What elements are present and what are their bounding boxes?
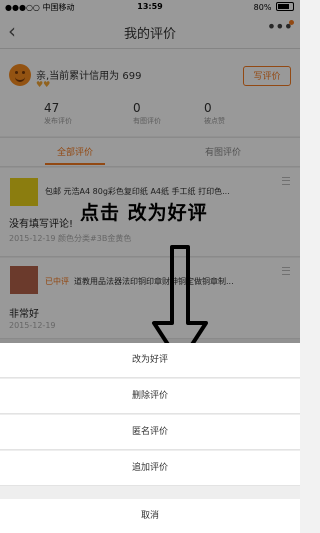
action-sheet: 改为好评 删除评价 匿名评价 追加评价 取消: [0, 343, 300, 533]
anonymous-review-button[interactable]: 匿名评价: [0, 415, 300, 450]
cancel-button[interactable]: 取消: [0, 499, 300, 533]
append-review-button[interactable]: 追加评价: [0, 451, 300, 486]
annotation-text: 点击 改为好评: [80, 202, 208, 224]
delete-review-button[interactable]: 删除评价: [0, 379, 300, 414]
change-to-positive-button[interactable]: 改为好评: [0, 343, 300, 378]
